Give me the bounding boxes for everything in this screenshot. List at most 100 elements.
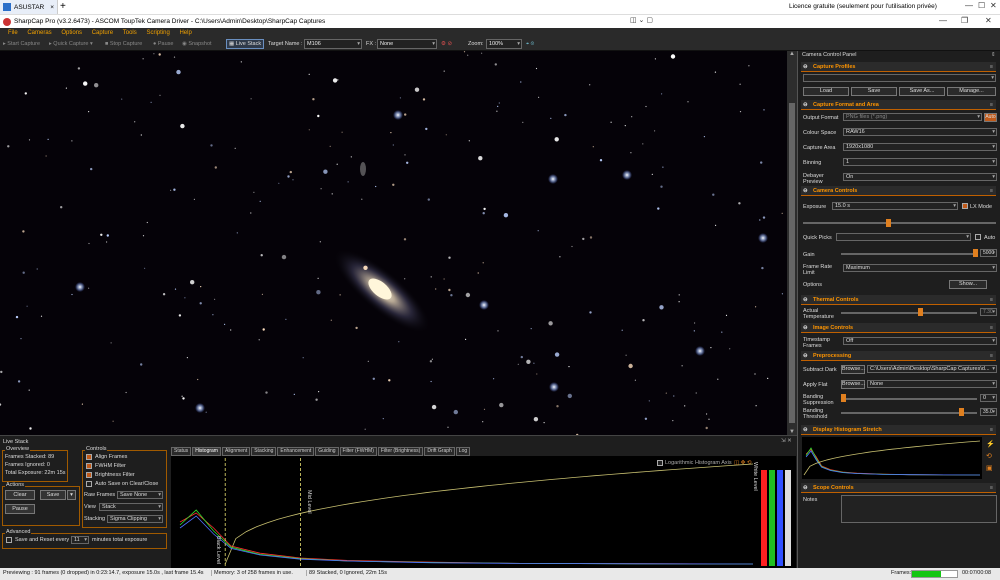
tab-guiding[interactable]: Guiding — [315, 447, 339, 456]
image-viewer[interactable] — [0, 51, 787, 435]
capture-format-header[interactable]: Capture Format and Area≡ — [801, 100, 996, 110]
maximize-icon[interactable]: ☐ — [978, 1, 985, 10]
pause-stack-button[interactable]: Pause — [5, 504, 35, 514]
banding-suppression-slider[interactable] — [841, 398, 977, 400]
start-capture-button[interactable]: ▸ Start Capture — [3, 41, 40, 47]
panel-pin-icon[interactable]: ⇕ — [991, 52, 996, 58]
show-options-button[interactable]: Show... — [949, 280, 987, 289]
tab-filter-brightness[interactable]: Filter (Brightness) — [377, 447, 424, 456]
log-axis-checkbox[interactable] — [657, 460, 663, 466]
quick-picks-select[interactable] — [836, 233, 971, 241]
fx-select[interactable]: None — [377, 39, 437, 49]
auto-exposure-checkbox[interactable] — [975, 234, 981, 240]
gain-input[interactable]: 5000 — [980, 249, 997, 257]
toolbar-chevron-icon[interactable]: ◫ ⌄ ▢ — [630, 16, 653, 24]
tab-enhancement[interactable]: Enhancement — [277, 447, 315, 456]
menu-capture[interactable]: Capture — [92, 28, 113, 38]
exposure-input[interactable]: 15.0 s — [832, 202, 958, 210]
preprocessing-header[interactable]: Preprocessing≡ — [801, 351, 996, 361]
tab-histogram[interactable]: Histogram — [192, 447, 221, 456]
histogram-tools-icon[interactable]: ◫ ✥ ⟲ — [734, 460, 751, 466]
image-controls-header[interactable]: Image Controls≡ — [801, 323, 996, 333]
tab-alignment[interactable]: Alignment — [221, 447, 251, 456]
brightness-filter-checkbox[interactable] — [86, 472, 92, 478]
clear-button[interactable]: Clear — [5, 490, 35, 500]
pause-button[interactable]: ● Pause — [153, 41, 173, 47]
app-minimize-icon[interactable]: — — [939, 16, 947, 25]
zoom-tools-icon[interactable]: ⌖ ⊗ — [526, 41, 534, 48]
browse-dark-button[interactable]: Browse... — [841, 365, 865, 374]
menu-options[interactable]: Options — [61, 28, 82, 38]
remote-tab[interactable]: ASUSTAR × — [0, 0, 58, 14]
stretch-tools-icon[interactable]: ⚡ ⟲ ▣ — [986, 439, 995, 475]
timestamp-select[interactable]: Off — [843, 337, 997, 345]
save-reset-checkbox[interactable] — [6, 537, 12, 543]
target-name-input[interactable]: M106 — [304, 39, 362, 49]
profile-select[interactable] — [803, 74, 996, 82]
banding-suppression-input[interactable]: 0 — [980, 394, 997, 402]
white-level-bar[interactable] — [785, 470, 791, 566]
exposure-slider-knob[interactable] — [886, 219, 891, 227]
save-as-profile-button[interactable]: Save As... — [899, 87, 945, 96]
save-reset-minutes[interactable]: 11 — [71, 536, 89, 544]
new-tab-button[interactable]: + — [60, 0, 66, 14]
fx-settings-icon[interactable]: ⚙ ⊘ — [441, 41, 452, 47]
view-select[interactable]: Stack — [99, 503, 163, 511]
app-close-icon[interactable]: ✕ — [985, 16, 992, 25]
live-stack-button[interactable]: ▦ Live Stack — [226, 39, 265, 49]
capture-area-select[interactable]: 1920x1080 — [843, 143, 997, 151]
app-maximize-icon[interactable]: ❐ — [961, 16, 968, 25]
tab-log[interactable]: Log — [455, 447, 471, 456]
tab-stacking[interactable]: Stacking — [251, 447, 277, 456]
minimize-icon[interactable]: — — [965, 1, 973, 10]
camera-controls-header[interactable]: Camera Controls≡ — [801, 186, 996, 196]
debayer-select[interactable]: On — [843, 173, 997, 181]
save-button[interactable]: Save — [40, 490, 66, 500]
auto-format-button[interactable]: Auto — [984, 113, 997, 122]
browse-flat-button[interactable]: Browse... — [841, 380, 865, 389]
auto-save-checkbox[interactable] — [86, 481, 92, 487]
colour-space-select[interactable]: RAW16 — [843, 128, 997, 136]
menu-help[interactable]: Help — [179, 28, 191, 38]
scope-controls-header[interactable]: Scope Controls≡ — [801, 483, 996, 493]
notes-textarea[interactable] — [841, 495, 997, 523]
menu-scripting[interactable]: Scripting — [146, 28, 169, 38]
white-level-bar[interactable] — [761, 470, 767, 566]
banding-suppression-knob[interactable] — [841, 394, 846, 402]
banding-threshold-input[interactable]: 35.0 — [980, 408, 997, 416]
white-level-bar[interactable] — [769, 470, 775, 566]
load-profile-button[interactable]: Load — [803, 87, 849, 96]
stacking-select[interactable]: Sigma Clipping — [107, 515, 163, 523]
dark-path-select[interactable]: C:\Users\Admin\Desktop\SharpCap Captures… — [867, 365, 997, 373]
stop-capture-button[interactable]: ■ Stop Capture — [105, 41, 142, 47]
fwhm-filter-checkbox[interactable] — [86, 463, 92, 469]
gain-slider-knob[interactable] — [973, 249, 978, 257]
close-tab-icon[interactable]: × — [50, 4, 54, 11]
scrollbar-thumb[interactable] — [789, 103, 795, 423]
exposure-slider[interactable] — [803, 222, 996, 224]
tab-drift-graph[interactable]: Drift Graph — [424, 447, 455, 456]
align-frames-checkbox[interactable] — [86, 454, 92, 460]
menu-tools[interactable]: Tools — [123, 28, 137, 38]
menu-file[interactable]: File — [8, 28, 18, 38]
quick-capture-button[interactable]: ▸ Quick Capture ▾ — [49, 41, 93, 47]
raw-frames-select[interactable]: Save None — [117, 491, 163, 499]
banding-threshold-knob[interactable] — [959, 408, 964, 416]
tab-filter-fwhm[interactable]: Filter (FWHM) — [339, 447, 377, 456]
display-stretch-histogram[interactable] — [802, 437, 982, 479]
tab-status[interactable]: Status — [171, 447, 192, 456]
snapshot-button[interactable]: ◉ Snapshot — [182, 41, 212, 47]
banding-threshold-slider[interactable] — [841, 412, 977, 414]
zoom-select[interactable]: 100% — [486, 39, 522, 49]
flat-select[interactable]: None — [867, 380, 997, 388]
gain-slider[interactable] — [841, 253, 977, 255]
save-dropdown-icon[interactable]: ▾ — [67, 490, 76, 500]
levels-histogram[interactable]: Logarithmic Histogram Axis ◫ ✥ ⟲ Black L… — [171, 456, 796, 568]
thermal-controls-header[interactable]: Thermal Controls≡ — [801, 295, 996, 305]
capture-profiles-header[interactable]: Capture Profiles≡ — [801, 62, 996, 72]
output-format-select[interactable]: PNG files (*.png) — [843, 113, 982, 121]
lx-mode-checkbox[interactable] — [962, 203, 968, 209]
viewer-scrollbar[interactable]: ▲ ▼ — [787, 51, 797, 435]
manage-profile-button[interactable]: Manage... — [947, 87, 996, 96]
save-profile-button[interactable]: Save — [851, 87, 897, 96]
